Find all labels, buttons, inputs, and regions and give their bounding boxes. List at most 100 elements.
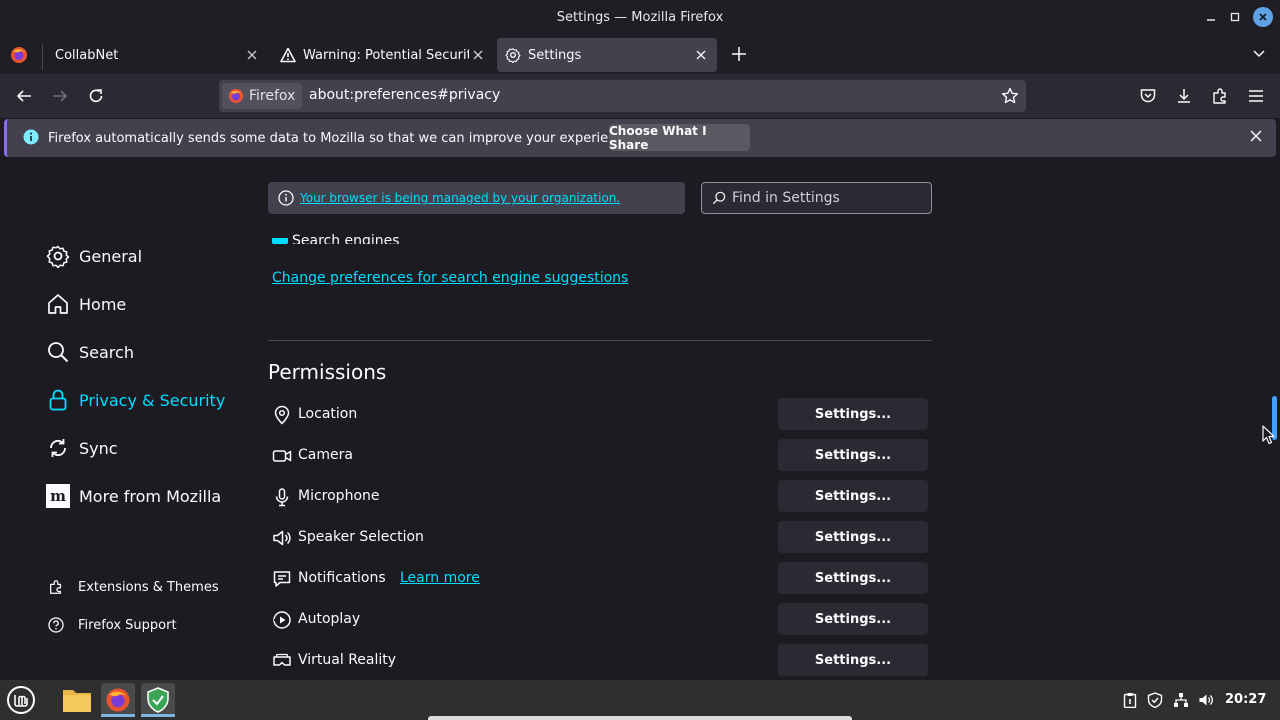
volume-icon[interactable]	[1198, 692, 1214, 708]
downloads-icon[interactable]	[1174, 86, 1194, 106]
autoplay-icon	[272, 610, 292, 630]
close-tab-icon[interactable]	[470, 47, 486, 63]
url-input[interactable]: about:preferences#privacy	[309, 87, 500, 103]
search-engines-checkbox[interactable]	[272, 238, 288, 244]
chevron-down-icon[interactable]	[1252, 47, 1266, 61]
sidebar-item-label: Privacy & Security	[79, 390, 226, 410]
new-tab-icon[interactable]	[731, 46, 747, 62]
menu-icon[interactable]	[1246, 86, 1266, 106]
sidebar-item-extensions-themes[interactable]: Extensions & Themes	[48, 579, 219, 595]
warning-icon	[280, 47, 296, 63]
close-window-icon[interactable]	[1253, 7, 1273, 27]
permission-label: Microphone	[298, 488, 380, 504]
sidebar-item-sync[interactable]: Sync	[46, 436, 118, 460]
managed-by-organization-link[interactable]: Your browser is being managed by your or…	[300, 191, 620, 205]
clipboard-icon[interactable]	[1122, 692, 1138, 708]
network-icon[interactable]	[1173, 692, 1189, 708]
svg-text:m: m	[50, 487, 66, 505]
notification-text: Firefox automatically sends some data to…	[48, 131, 636, 146]
tab-separator	[42, 44, 43, 70]
start-menu-icon[interactable]	[4, 683, 38, 717]
permission-row-camera: Camera Settings...	[270, 439, 932, 473]
sidebar-item-label: Home	[79, 294, 127, 314]
desktop-taskbar: 20:27	[0, 680, 1280, 720]
permission-label: Location	[298, 406, 358, 422]
notifications-learn-more-link[interactable]: Learn more	[400, 570, 480, 586]
tab-security-warning[interactable]: Warning: Potential Security	[272, 38, 494, 72]
location-icon	[272, 405, 292, 425]
permission-row-microphone: Microphone Settings...	[270, 480, 932, 514]
shield-app-icon[interactable]	[141, 683, 175, 717]
window-title: Settings — Mozilla Firefox	[556, 9, 724, 25]
sidebar-item-home[interactable]: Home	[46, 292, 126, 316]
reload-icon[interactable]	[86, 86, 106, 106]
virtual-reality-settings-button[interactable]: Settings...	[778, 644, 928, 676]
policies-notice: Your browser is being managed by your or…	[268, 182, 685, 214]
choose-what-i-share-button[interactable]: Choose What I Share	[609, 124, 750, 152]
sidebar-item-label: Extensions & Themes	[78, 579, 219, 595]
navigation-toolbar: Firefox about:preferences#privacy	[0, 74, 1280, 118]
microphone-settings-button[interactable]: Settings...	[778, 480, 928, 512]
vr-icon	[272, 651, 292, 671]
sidebar-item-more-from-mozilla[interactable]: m More from Mozilla	[46, 484, 221, 508]
close-tab-icon[interactable]	[244, 47, 260, 63]
camera-settings-button[interactable]: Settings...	[778, 439, 928, 471]
notification-icon	[272, 569, 292, 589]
speaker-selection-settings-button[interactable]: Settings...	[778, 521, 928, 553]
close-icon[interactable]	[1250, 130, 1262, 142]
section-divider	[268, 340, 932, 341]
find-in-settings-input[interactable]	[732, 190, 922, 206]
shield-tray-icon[interactable]	[1147, 692, 1163, 708]
permission-row-location: Location Settings...	[270, 398, 932, 432]
firefox-view-icon[interactable]	[10, 46, 28, 64]
forward-icon[interactable]	[50, 86, 70, 106]
tab-settings[interactable]: Settings	[497, 38, 717, 72]
close-tab-icon[interactable]	[693, 47, 709, 63]
permission-label: Notifications	[298, 570, 386, 586]
location-settings-button[interactable]: Settings...	[778, 398, 928, 430]
taskbar-panel-handle	[428, 716, 852, 720]
permission-row-virtual-reality: Virtual Reality Settings...	[270, 644, 932, 678]
sidebar-item-label: More from Mozilla	[79, 486, 222, 506]
sidebar-item-firefox-support[interactable]: Firefox Support	[48, 617, 177, 633]
taskbar-clock[interactable]: 20:27	[1225, 692, 1266, 707]
sidebar-item-general[interactable]: General	[46, 244, 142, 268]
window-titlebar: Settings — Mozilla Firefox	[0, 0, 1280, 34]
search-suggestions-preferences-link[interactable]: Change preferences for search engine sug…	[272, 270, 628, 286]
permissions-heading: Permissions	[268, 360, 387, 384]
permission-label: Speaker Selection	[298, 529, 424, 545]
content-scrollbar[interactable]	[1270, 160, 1280, 680]
tab-collabnet[interactable]: CollabNet	[44, 38, 268, 72]
preferences-content: General Home Search Privacy & Security S…	[0, 160, 1270, 680]
autoplay-settings-button[interactable]: Settings...	[778, 603, 928, 635]
permission-label: Camera	[298, 447, 353, 463]
extensions-icon[interactable]	[1210, 86, 1230, 106]
info-icon	[23, 129, 39, 145]
permission-row-notifications: Notifications Learn more Settings...	[270, 562, 932, 596]
help-icon	[48, 617, 64, 633]
find-in-settings[interactable]	[701, 182, 932, 214]
sidebar-item-label: Sync	[79, 438, 118, 458]
permission-row-autoplay: Autoplay Settings...	[270, 603, 932, 637]
maximize-icon[interactable]	[1225, 7, 1245, 27]
sidebar-item-privacy-security[interactable]: Privacy & Security	[46, 388, 225, 412]
camera-icon	[272, 446, 292, 466]
back-icon[interactable]	[14, 86, 34, 106]
mozilla-icon: m	[46, 484, 70, 508]
tab-label: Warning: Potential Security	[303, 47, 469, 63]
lock-icon	[46, 388, 70, 412]
sidebar-item-search[interactable]: Search	[46, 340, 134, 364]
file-manager-icon[interactable]	[60, 683, 94, 717]
url-bar[interactable]: Firefox about:preferences#privacy	[219, 80, 1026, 112]
tab-label: Settings	[528, 47, 582, 63]
permission-label: Virtual Reality	[298, 652, 397, 668]
sidebar-item-label: General	[79, 246, 143, 266]
bookmark-star-icon[interactable]	[1001, 87, 1019, 105]
pocket-icon[interactable]	[1138, 86, 1158, 106]
identity-box[interactable]: Firefox	[222, 83, 302, 109]
minimize-icon[interactable]	[1201, 7, 1221, 27]
firefox-taskbar-icon[interactable]	[101, 683, 135, 717]
sidebar-item-label: Search	[79, 342, 134, 362]
notifications-settings-button[interactable]: Settings...	[778, 562, 928, 594]
permission-row-speaker-selection: Speaker Selection Settings...	[270, 521, 932, 555]
